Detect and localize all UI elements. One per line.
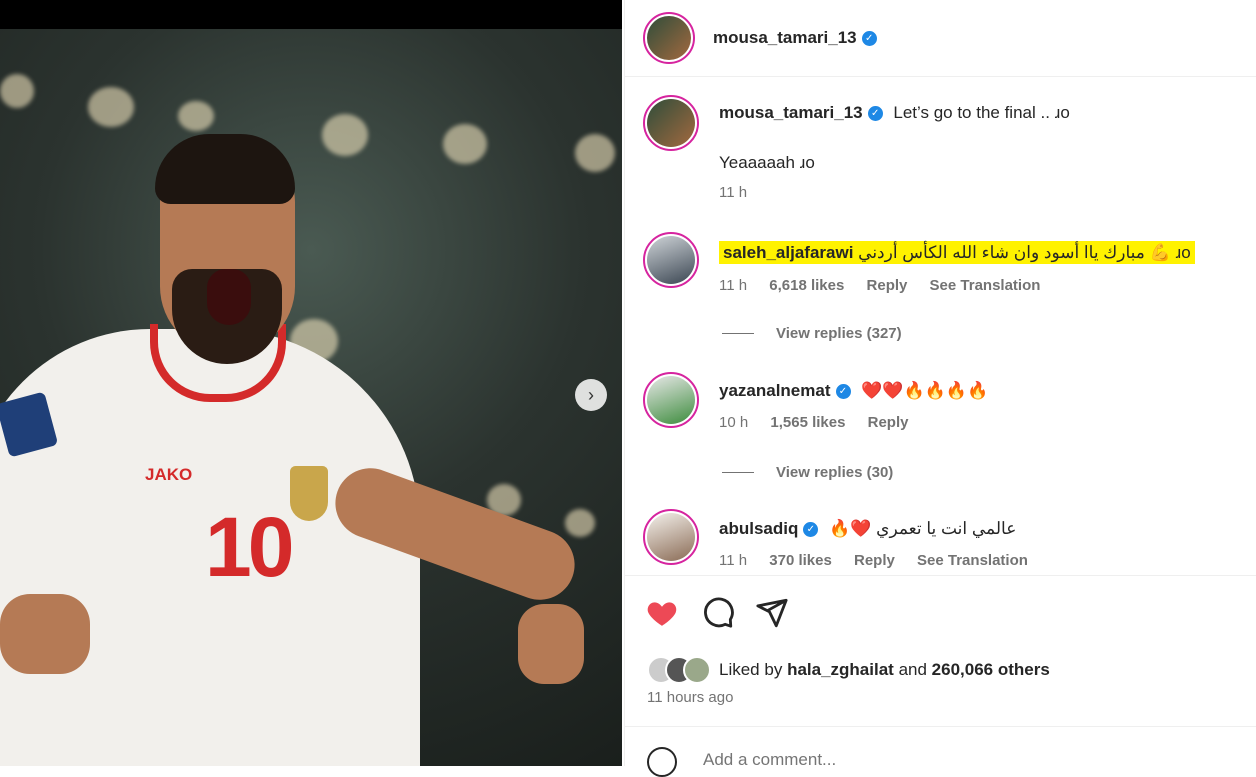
heart-icon <box>647 602 677 626</box>
post-time[interactable]: 11 hours ago <box>647 689 733 706</box>
liker-avatars <box>647 656 711 684</box>
emoji-icon[interactable] <box>647 747 677 777</box>
author-avatar[interactable] <box>643 12 695 64</box>
post-photo: JAKO 10 <box>0 29 622 766</box>
jersey-brand: JAKO <box>145 465 193 484</box>
comment-avatar[interactable] <box>643 509 699 565</box>
comment-likes[interactable]: 1,565 likes <box>770 414 845 431</box>
caption-text-2: Yeaaaaah ɹo <box>719 153 815 172</box>
top-bar <box>0 0 622 29</box>
player-hair <box>155 134 295 204</box>
liked-by-user[interactable]: hala_zghailat <box>787 660 894 680</box>
comment-time[interactable]: 10 h <box>719 414 748 431</box>
player-fist-left <box>0 594 90 674</box>
caption-time[interactable]: 11 h <box>719 184 747 201</box>
caption-avatar[interactable] <box>643 95 699 151</box>
caption: mousa_tamari_13 ✓ Let’s go to the final .… <box>643 95 1070 201</box>
view-replies-label: View replies (30) <box>776 464 894 481</box>
comment-username[interactable]: saleh_aljafarawi <box>723 243 853 262</box>
reply-button[interactable]: Reply <box>854 552 895 569</box>
player-mouth <box>207 269 251 325</box>
comment-text: 🔥❤️ عالمي انت يا تعمري <box>829 519 1017 538</box>
comment-text: ❤️❤️🔥🔥🔥🔥 <box>861 381 989 400</box>
verified-icon: ✓ <box>867 106 883 122</box>
likes-others[interactable]: 260,066 others <box>932 660 1050 680</box>
verified-icon: ✓ <box>803 522 819 538</box>
send-icon <box>756 598 788 628</box>
likes-summary: Liked by hala_zghailat and 260,066 other… <box>647 656 1050 684</box>
comment-time[interactable]: 11 h <box>719 552 747 569</box>
comment-button[interactable] <box>701 596 735 630</box>
next-photo-button[interactable]: › <box>575 379 607 411</box>
view-replies-button[interactable]: View replies (30) <box>722 464 893 481</box>
see-translation-button[interactable]: See Translation <box>917 552 1028 569</box>
comment-text: مبارك ياا أسود وان شاء الله الكأس أردني … <box>858 243 1191 262</box>
comment-input[interactable] <box>701 749 1105 771</box>
view-replies-label: View replies (327) <box>776 325 902 342</box>
chevron-right-icon: › <box>588 384 594 405</box>
comment: yazanalnemat ✓ ❤️❤️🔥🔥🔥🔥 10 h 1,565 likes … <box>643 372 988 431</box>
highlighted-comment: saleh_aljafarawi مبارك ياا أسود وان شاء … <box>719 241 1195 264</box>
comment-avatar[interactable] <box>643 372 699 428</box>
comment: saleh_aljafarawi مبارك ياا أسود وان شاء … <box>643 232 1195 294</box>
reply-button[interactable]: Reply <box>868 414 909 431</box>
jersey-crest <box>290 466 328 521</box>
comments-list: mousa_tamari_13 ✓ Let’s go to the final .… <box>625 77 1256 574</box>
view-replies-button[interactable]: View replies (327) <box>722 325 902 342</box>
caption-username[interactable]: mousa_tamari_13 <box>719 103 863 122</box>
verified-icon: ✓ <box>861 30 877 46</box>
comment-username[interactable]: abulsadiq <box>719 519 798 538</box>
verified-icon: ✓ <box>835 384 851 400</box>
comment-likes[interactable]: 370 likes <box>769 552 832 569</box>
liked-by-label: Liked by <box>719 660 783 679</box>
reply-button[interactable]: Reply <box>867 277 908 294</box>
post-panel: mousa_tamari_13 ✓ mousa_tamari_13 ✓ Let’s… <box>624 0 1256 777</box>
likes-and: and <box>898 660 927 679</box>
post-actions: Liked by hala_zghailat and 260,066 other… <box>625 575 1256 726</box>
like-button[interactable] <box>645 596 679 630</box>
share-button[interactable] <box>755 596 789 630</box>
comment: abulsadiq ✓ 🔥❤️ عالمي انت يا تعمري 11 h 3… <box>643 509 1046 569</box>
post-header: mousa_tamari_13 ✓ <box>625 0 1256 77</box>
jersey-number: 10 <box>205 500 294 594</box>
comment-likes[interactable]: 6,618 likes <box>769 277 844 294</box>
comment-time[interactable]: 11 h <box>719 277 747 294</box>
comment-icon <box>704 597 734 628</box>
avatar[interactable] <box>683 656 711 684</box>
comment-username[interactable]: yazanalnemat <box>719 381 831 400</box>
player-fist <box>518 604 584 684</box>
comment-avatar[interactable] <box>643 232 699 288</box>
author-username[interactable]: mousa_tamari_13 <box>713 28 857 48</box>
caption-text: Let’s go to the final .. ⁠ɹo <box>893 103 1070 122</box>
add-comment-bar <box>625 726 1256 777</box>
see-translation-button[interactable]: See Translation <box>930 277 1041 294</box>
